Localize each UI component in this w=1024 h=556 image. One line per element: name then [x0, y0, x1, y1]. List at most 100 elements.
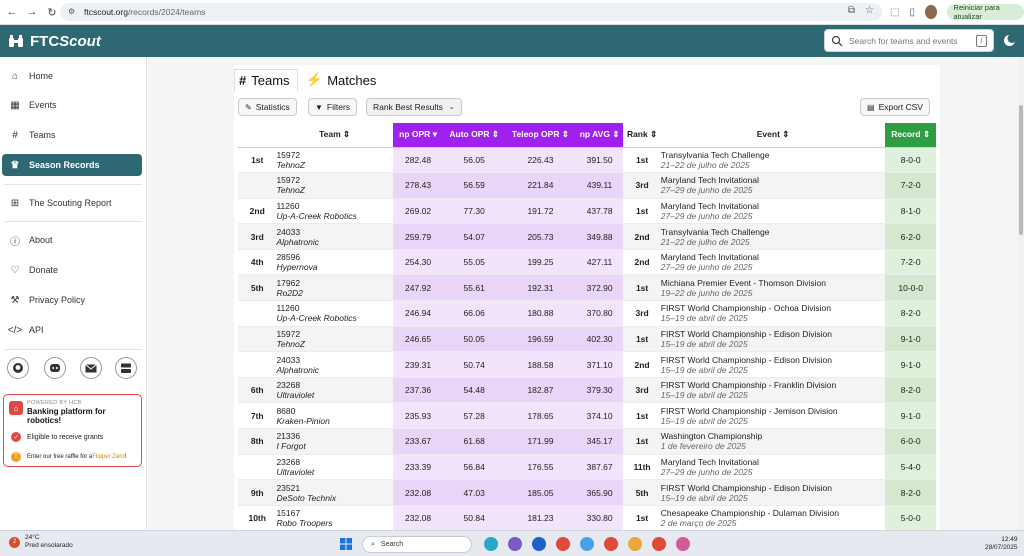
event-cell[interactable]: FIRST World Championship - Ochoa Divisio… [660, 300, 886, 327]
record-header[interactable]: Record ⇕ [885, 123, 936, 148]
team-number[interactable]: 15972 [276, 175, 392, 185]
event-cell[interactable]: Maryland Tech Invitational 27–29 de junho… [660, 198, 886, 225]
scrollbar-thumb[interactable] [1019, 105, 1023, 235]
hcb-ad[interactable]: ⌂ POWERED BY HCB Banking platform for ro… [3, 394, 142, 467]
team-cell[interactable]: 24033 Alphatronic [276, 351, 393, 378]
event-cell[interactable]: Washington Championship 1 de fevereiro de… [660, 428, 886, 455]
team-cell[interactable]: 15972 TehnoZ [276, 172, 393, 199]
event-name[interactable]: Chesapeake Championship - Dulaman Divisi… [661, 508, 886, 518]
server-status-link[interactable] [115, 357, 137, 379]
site-info-icon[interactable]: ⚙ [68, 7, 78, 17]
team-number[interactable]: 23521 [276, 483, 392, 493]
sidebar-item-privacy-policy[interactable]: ⚒ Privacy Policy [2, 289, 142, 311]
taskbar-app-icon[interactable] [484, 537, 498, 551]
event-name[interactable]: FIRST World Championship - Ochoa Divisio… [661, 303, 886, 313]
sidebar-item-scouting-report[interactable]: ⊞ The Scouting Report [2, 192, 142, 214]
team-cell[interactable]: 8680 Kraken-Pinion [276, 402, 393, 430]
export-csv-button[interactable]: ▤ Export CSV [860, 98, 930, 116]
sidebar-item-donate[interactable]: ♡ Donate [2, 259, 142, 281]
event-name[interactable]: Maryland Tech Invitational [661, 201, 886, 211]
discord-link[interactable] [44, 357, 66, 379]
event-cell[interactable]: FIRST World Championship - Edison Divisi… [660, 479, 886, 506]
chrome-icon[interactable] [652, 537, 666, 551]
team-cell[interactable]: 23521 DeSoto Technix [276, 479, 393, 506]
weather-widget[interactable]: 2 24°C Pred ensolarado [9, 534, 73, 550]
np-avg-header[interactable]: np AVG ⇕ [575, 123, 624, 148]
event-cell[interactable]: FIRST World Championship - Jemison Divis… [660, 402, 886, 430]
sidebar-item-home[interactable]: ⌂ Home [2, 65, 142, 87]
teleop-opr-header[interactable]: Teleop OPR ⇕ [505, 123, 576, 148]
event-cell[interactable]: FIRST World Championship - Edison Divisi… [660, 326, 886, 353]
email-link[interactable] [80, 357, 102, 379]
forward-icon[interactable]: → [24, 4, 40, 20]
team-cell[interactable]: 24033 Alphatronic [276, 223, 393, 250]
install-app-icon[interactable]: ⧉ [848, 5, 855, 16]
team-number[interactable]: 21336 [276, 431, 392, 441]
taskbar-app-icon[interactable] [508, 537, 522, 551]
profile-avatar[interactable] [924, 5, 937, 19]
team-cell[interactable]: 15972 TehnoZ [276, 326, 393, 353]
github-link[interactable] [7, 357, 29, 379]
team-cell[interactable]: 21336 I Forgot [276, 428, 393, 455]
event-cell[interactable]: Maryland Tech Invitational 27–29 de junho… [660, 249, 886, 276]
chrome-icon[interactable] [604, 537, 618, 551]
team-cell[interactable]: 11260 Up-A-Creek Robotics [276, 300, 393, 327]
team-cell[interactable]: 23268 Ultraviolet [276, 454, 393, 481]
event-cell[interactable]: FIRST World Championship - Edison Divisi… [660, 351, 886, 378]
sidebar-item-events[interactable]: ▦ Events [2, 94, 142, 116]
team-number[interactable]: 15972 [276, 329, 392, 339]
event-name[interactable]: Transylvania Tech Challenge [661, 227, 886, 237]
search-input[interactable]: Search for teams and events / [824, 29, 994, 52]
event-cell[interactable]: Chesapeake Championship - Dulaman Divisi… [660, 505, 886, 532]
windows-start-icon[interactable] [340, 538, 352, 550]
team-number[interactable]: 24033 [276, 355, 392, 365]
team-cell[interactable]: 23268 Ultraviolet [276, 377, 393, 404]
page-scrollbar[interactable] [1018, 57, 1024, 530]
np-opr-header[interactable]: np OPR ▾ [392, 123, 444, 148]
team-cell[interactable]: 28596 Hypernova [276, 249, 393, 276]
taskbar-app-icon[interactable] [532, 537, 546, 551]
event-name[interactable]: Maryland Tech Invitational [661, 252, 886, 262]
team-number[interactable]: 23268 [276, 380, 392, 390]
event-name[interactable]: FIRST World Championship - Jemison Divis… [661, 406, 886, 416]
auto-opr-header[interactable]: Auto OPR ⇕ [443, 123, 506, 148]
event-cell[interactable]: Maryland Tech Invitational 27–29 de junho… [660, 454, 886, 481]
hcb-raffle-link[interactable]: Flipper Zero [92, 454, 124, 460]
filters-button[interactable]: ▼ Filters [308, 98, 358, 116]
event-cell[interactable]: Transylvania Tech Challenge 21–22 de julh… [660, 223, 886, 250]
team-number[interactable]: 11260 [276, 201, 392, 211]
sidebar-item-api[interactable]: </> API [2, 319, 142, 341]
event-name[interactable]: FIRST World Championship - Edison Divisi… [661, 483, 886, 493]
address-bar[interactable]: ⚙ ftcscout.org /records/2024/teams ⧉ ☆ [60, 3, 882, 21]
sidebar-item-season-records[interactable]: ♛ Season Records [2, 154, 142, 176]
team-cell[interactable]: 15167 Robo Troopers [276, 505, 393, 532]
update-button[interactable]: Reiniciar para atualizar [946, 3, 1024, 21]
event-cell[interactable]: Transylvania Tech Challenge 21–22 de julh… [660, 147, 886, 174]
bookmark-star-icon[interactable]: ☆ [865, 5, 874, 16]
event-name[interactable]: FIRST World Championship - Edison Divisi… [661, 329, 886, 339]
sidebar-item-about[interactable]: ⓘ About [2, 229, 142, 251]
chrome-icon[interactable] [676, 537, 690, 551]
statistics-button[interactable]: ✎ Statistics [238, 98, 297, 116]
team-number[interactable]: 17962 [276, 278, 392, 288]
team-number[interactable]: 23268 [276, 457, 392, 467]
team-number[interactable]: 11260 [276, 303, 392, 313]
tab-teams[interactable]: # Teams [234, 69, 298, 91]
rank-select[interactable]: Rank Best Results ⌄ [366, 98, 462, 116]
sidebar-item-teams[interactable]: # Teams [2, 124, 142, 146]
team-number[interactable]: 24033 [276, 227, 392, 237]
event-cell[interactable]: FIRST World Championship - Franklin Divi… [660, 377, 886, 404]
taskbar-app-icon[interactable] [580, 537, 594, 551]
brand-logo[interactable]: FTC Scout [8, 33, 101, 50]
rank-header[interactable]: Rank ⇕ [623, 123, 661, 148]
team-number[interactable]: 8680 [276, 406, 392, 416]
event-name[interactable]: FIRST World Championship - Franklin Divi… [661, 380, 886, 390]
team-number[interactable]: 28596 [276, 252, 392, 262]
chrome-icon[interactable] [628, 537, 642, 551]
chrome-icon[interactable] [556, 537, 570, 551]
back-icon[interactable]: ← [4, 4, 20, 20]
event-name[interactable]: Maryland Tech Invitational [661, 175, 886, 185]
event-cell[interactable]: Maryland Tech Invitational 27–29 de junho… [660, 172, 886, 199]
event-name[interactable]: FIRST World Championship - Edison Divisi… [661, 355, 886, 365]
dark-mode-toggle-icon[interactable] [1003, 34, 1016, 47]
